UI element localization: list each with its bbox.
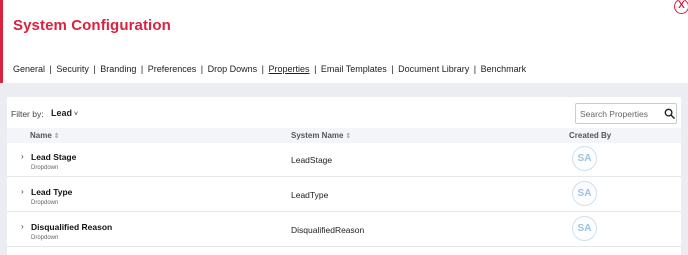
table-row[interactable]: › Lead Type Dropdown LeadType SA xyxy=(7,178,681,212)
nav-separator: | xyxy=(391,64,394,74)
expand-chevron-icon[interactable]: › xyxy=(21,187,24,196)
filter-label: Filter by: xyxy=(11,109,44,119)
nav-separator: | xyxy=(200,64,204,74)
config-nav: General | Security | Branding | Preferen… xyxy=(13,64,526,74)
filter-value: Lead xyxy=(51,108,73,118)
nav-link-preferences[interactable]: Preferences xyxy=(148,64,197,74)
close-button[interactable]: X xyxy=(674,0,688,14)
page-title: System Configuration xyxy=(13,17,171,34)
nav-link-branding[interactable]: Branding xyxy=(100,64,136,74)
column-header-name[interactable]: Name ⇕ xyxy=(30,131,60,140)
nav-separator: | xyxy=(93,64,96,74)
nav-separator: | xyxy=(140,64,144,74)
avatar: SA xyxy=(572,181,597,206)
column-header-label: Created By xyxy=(569,131,612,140)
properties-panel: Filter by: Lead˅ Name⇕ System Name⇕ Crea… xyxy=(7,97,681,255)
avatar: SA xyxy=(572,216,597,241)
nav-link-email-templates[interactable]: Email Templates xyxy=(321,64,387,74)
nav-link-security[interactable]: Security xyxy=(56,64,89,74)
column-header-label: System Name xyxy=(291,131,344,140)
property-type: Dropdown xyxy=(31,200,59,206)
nav-separator: | xyxy=(314,64,317,74)
chevron-down-icon: ˅ xyxy=(74,111,79,118)
sort-icon: ⇕ xyxy=(53,133,60,140)
property-type: Dropdown xyxy=(31,165,59,171)
property-type: Dropdown xyxy=(31,235,59,241)
header-panel: System Configuration General | Security … xyxy=(0,0,688,83)
search-input[interactable] xyxy=(576,104,662,123)
avatar: SA xyxy=(572,146,597,171)
nav-separator: | xyxy=(261,64,264,74)
system-name: LeadType xyxy=(291,190,329,200)
nav-link-benchmark[interactable]: Benchmark xyxy=(481,64,527,74)
table-row[interactable]: › Disqualified Reason Dropdown Disqualif… xyxy=(7,213,681,247)
expand-chevron-icon[interactable]: › xyxy=(21,152,24,161)
table-header: Name ⇕ System Name ⇕ Created By xyxy=(7,128,681,143)
system-name: LeadStage xyxy=(291,155,333,165)
nav-separator: | xyxy=(49,64,52,74)
nav-link-general[interactable]: General xyxy=(13,64,45,74)
table-row[interactable]: › Lead Stage Dropdown LeadStage SA xyxy=(7,143,681,177)
nav-link-properties[interactable]: Properties xyxy=(269,64,310,74)
property-name: Disqualified Reason xyxy=(31,222,113,232)
property-name: Lead Type xyxy=(31,187,73,197)
search-icon[interactable] xyxy=(664,108,675,119)
nav-separator: | xyxy=(473,64,477,74)
nav-link-drop-downs[interactable]: Drop Downs xyxy=(208,64,258,74)
column-header-label: Name xyxy=(30,131,52,140)
property-name: Lead Stage xyxy=(31,152,77,162)
search-box xyxy=(575,103,677,124)
column-header-created-by: Created By xyxy=(569,131,611,140)
close-icon: X xyxy=(678,0,685,11)
expand-chevron-icon[interactable]: › xyxy=(21,222,24,231)
column-header-system-name[interactable]: System Name ⇕ xyxy=(291,131,351,140)
system-name: DisqualifiedReason xyxy=(291,225,365,235)
sort-icon: ⇕ xyxy=(345,133,352,140)
nav-link-document-library[interactable]: Document Library xyxy=(398,64,469,74)
filter-dropdown[interactable]: Lead ˅ xyxy=(51,108,78,118)
